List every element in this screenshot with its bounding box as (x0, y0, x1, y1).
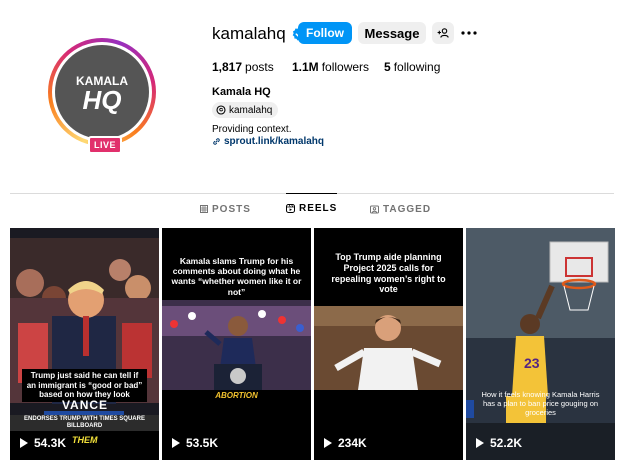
view-count: 52.2K (476, 436, 522, 450)
profile-avatar-ring[interactable]: KAMALA HQ (48, 38, 156, 146)
follow-button[interactable]: Follow (298, 22, 352, 44)
threads-icon (216, 105, 226, 115)
username: kamalahq (212, 24, 286, 43)
reel-thumbnail-4[interactable]: 23 How it feels knowing Kamala Harris ha… (466, 228, 615, 460)
message-button[interactable]: Message (358, 22, 426, 44)
reel-caption: How it feels knowing Kamala Harris has a… (481, 390, 600, 417)
reel-caption: Trump just said he can tell if an immigr… (22, 369, 147, 402)
more-options-icon[interactable] (459, 22, 479, 44)
add-user-icon (437, 28, 449, 38)
full-name: Kamala HQ (212, 86, 271, 98)
play-icon (20, 438, 28, 448)
profile-tabs: POSTS REELS TAGGED (10, 193, 614, 224)
reel-thumbnail-2[interactable]: Kamala slams Trump for his comments abou… (162, 228, 311, 460)
threads-link[interactable]: kamalahq (212, 102, 279, 118)
followers-count[interactable]: 1.1M followers (292, 60, 369, 74)
reel-thumbnail-1[interactable]: Trump just said he can tell if an immigr… (10, 228, 159, 460)
live-badge[interactable]: LIVE (88, 136, 123, 154)
svg-text:HQ: HQ (83, 85, 122, 115)
bio-link[interactable]: sprout.link/kamalahq (212, 136, 324, 147)
bio-link-text: sprout.link/kamalahq (224, 136, 325, 147)
reels-icon (286, 204, 295, 213)
view-count: 54.3K (20, 436, 66, 450)
reel-news-ticker: ENDORSES TRUMP WITH TIMES SQUARE BILLBOA… (10, 415, 159, 432)
following-count[interactable]: 5 following (384, 60, 440, 74)
username-row: kamalahq (212, 22, 306, 46)
reel-thumbnail-3[interactable]: Top Trump aide planning Project 2025 cal… (314, 228, 463, 460)
suggested-accounts-button[interactable] (432, 22, 454, 44)
tab-reels[interactable]: REELS (286, 193, 338, 223)
svg-text:23: 23 (524, 355, 540, 371)
view-count: 234K (324, 436, 367, 450)
posts-count: 1,817 posts (212, 60, 274, 74)
bio-text: Providing context. (212, 124, 292, 135)
basketball-dunk-scene: 23 (466, 228, 615, 460)
threads-handle: kamalahq (229, 104, 273, 116)
reel-overlay-word: THEM (72, 435, 98, 445)
reel-caption: Top Trump aide planning Project 2025 cal… (331, 252, 446, 295)
avatar: KAMALA HQ (55, 45, 149, 139)
tab-posts[interactable]: POSTS (200, 194, 251, 224)
play-icon (324, 438, 332, 448)
grid-icon (200, 205, 208, 213)
kamala-hq-logo: KAMALA HQ (76, 74, 128, 115)
view-count: 53.5K (172, 436, 218, 450)
play-icon (172, 438, 180, 448)
reel-overlay-word: ABORTION (215, 391, 258, 400)
reel-sign-text: VANCE (61, 398, 109, 412)
tagged-icon (370, 205, 379, 213)
play-icon (476, 438, 484, 448)
tab-tagged[interactable]: TAGGED (370, 194, 431, 224)
reel-caption: Kamala slams Trump for his comments abou… (171, 256, 302, 297)
link-icon (213, 138, 220, 145)
